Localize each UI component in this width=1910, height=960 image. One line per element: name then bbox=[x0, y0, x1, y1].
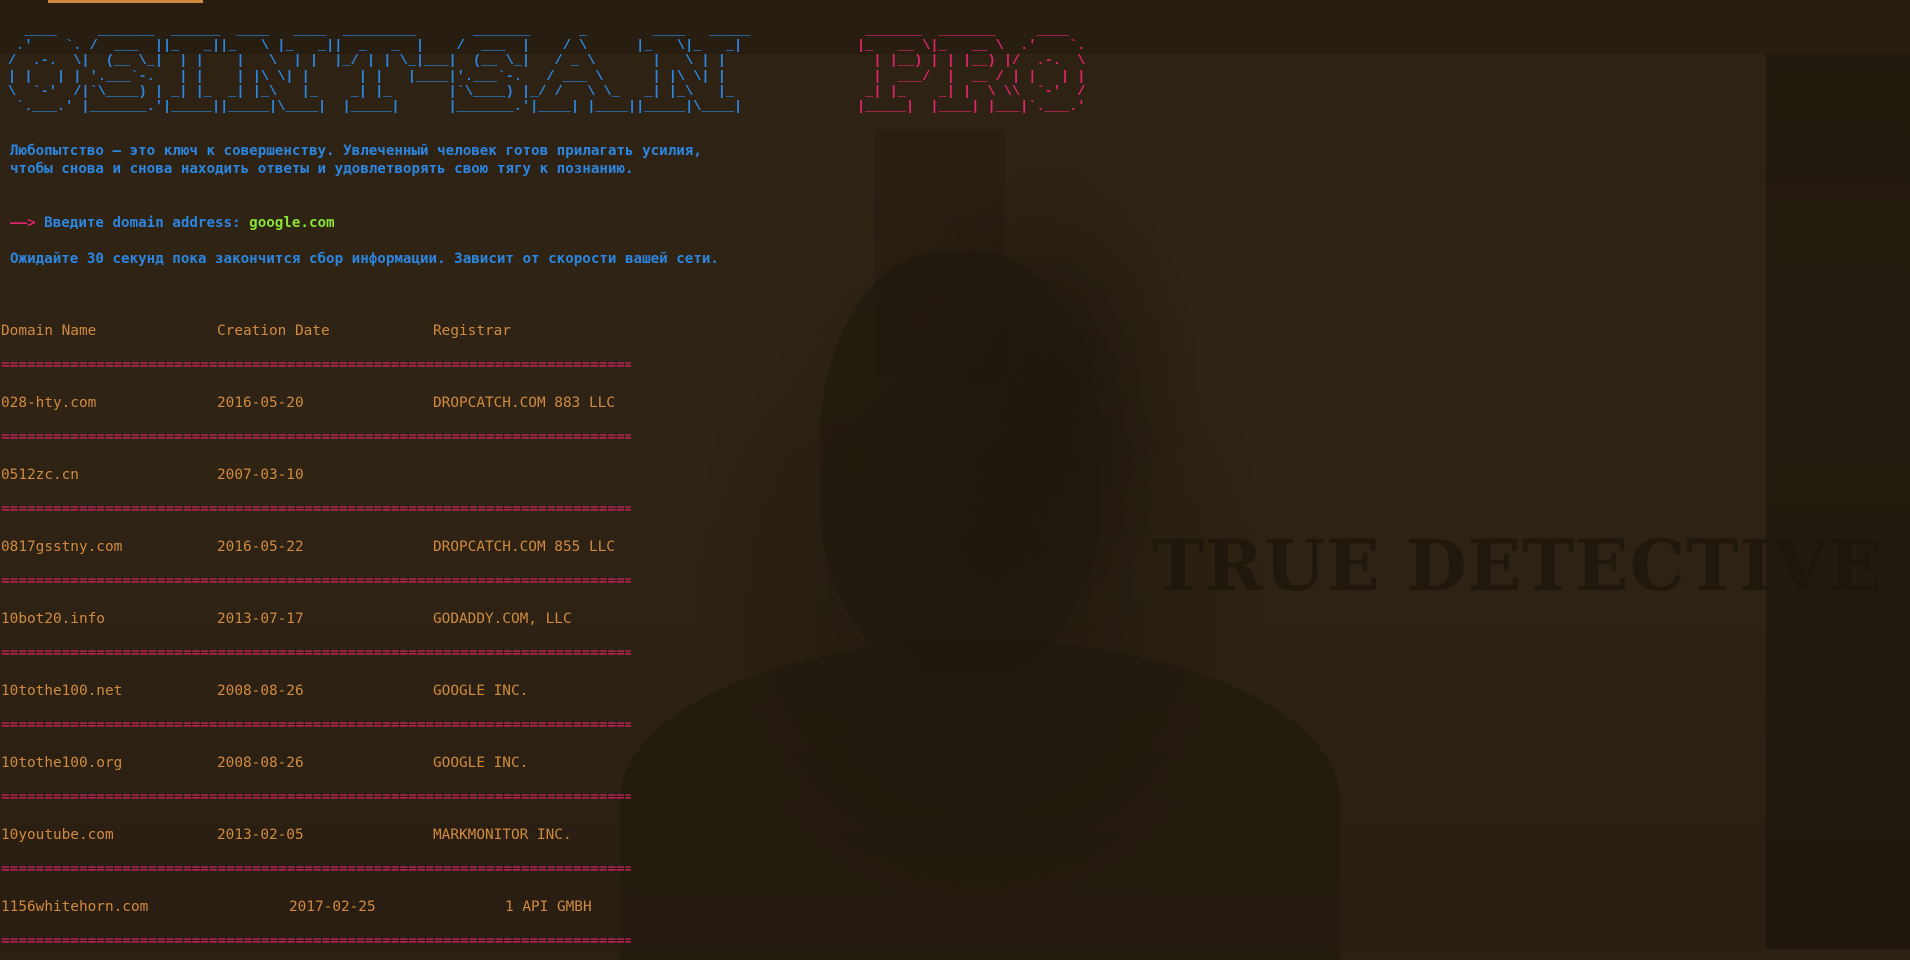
cell-creation-date: 2008-08-26 bbox=[217, 683, 304, 699]
header-domain-name: Domain Name bbox=[1, 323, 97, 339]
cell-domain-name: 1156whitehorn.com bbox=[1, 899, 149, 915]
cell-domain-name: 10bot20.info bbox=[1, 611, 105, 627]
header-creation-date: Creation Date bbox=[217, 323, 330, 339]
quote-line-2: чтобы снова и снова находить ответы и уд… bbox=[10, 161, 634, 177]
table-separator: ========================================… bbox=[1, 863, 631, 877]
cell-registrar: GOOGLE INC. bbox=[433, 683, 529, 699]
domain-input-value[interactable]: google.com bbox=[249, 215, 334, 231]
cell-registrar: 1 API GMBH bbox=[505, 899, 592, 915]
cell-creation-date: 2013-02-05 bbox=[217, 827, 304, 843]
table-separator: ========================================… bbox=[1, 647, 631, 661]
table-header: Domain Name Creation Date Registrar bbox=[1, 323, 511, 341]
ascii-banner: ____ _______ ______ ____ ____ _________ … bbox=[8, 24, 750, 115]
table-separator: ========================================… bbox=[1, 359, 631, 373]
cell-registrar: DROPCATCH.COM 855 LLC bbox=[433, 539, 615, 555]
header-registrar: Registrar bbox=[433, 323, 511, 339]
cell-registrar: GOOGLE INC. bbox=[433, 755, 529, 771]
cell-creation-date: 2007-03-10 bbox=[217, 467, 304, 483]
terminal-output: ____ _______ ______ ____ ____ _________ … bbox=[0, 0, 1910, 949]
cell-registrar: GODADDY.COM, LLC bbox=[433, 611, 572, 627]
table-separator: ========================================… bbox=[1, 791, 631, 805]
table-separator: ========================================… bbox=[1, 575, 631, 589]
cell-creation-date: 2016-05-22 bbox=[217, 539, 304, 555]
cell-registrar: DROPCATCH.COM 883 LLC bbox=[433, 395, 615, 411]
table-separator: ========================================… bbox=[1, 719, 631, 733]
cell-domain-name: 0817gsstny.com bbox=[1, 539, 123, 555]
quote-line-1: Любопытство — это ключ к совершенству. У… bbox=[10, 143, 702, 159]
cell-domain-name: 10tothe100.org bbox=[1, 755, 123, 771]
prompt-arrow: ——> bbox=[10, 215, 36, 231]
cell-domain-name: 0512zc.cn bbox=[1, 467, 79, 483]
wait-message: Ожидайте 30 секунд пока закончится сбор … bbox=[10, 251, 719, 267]
cell-creation-date: 2013-07-17 bbox=[217, 611, 304, 627]
table-separator: ========================================… bbox=[1, 503, 631, 517]
domain-prompt: ——> Введите domain address: google.com bbox=[10, 215, 335, 231]
cell-creation-date: 2017-02-25 bbox=[289, 899, 376, 915]
table-separator: ========================================… bbox=[1, 431, 631, 445]
prompt-label: Введите domain address: bbox=[35, 215, 250, 231]
cell-domain-name: 028-hty.com bbox=[1, 395, 97, 411]
cell-registrar: MARKMONITOR INC. bbox=[433, 827, 572, 843]
cell-domain-name: 10youtube.com bbox=[1, 827, 114, 843]
banner-pro: _______ _______ ____ |_ __ \|_ __ \ .' `… bbox=[857, 24, 1086, 116]
ascii-banner-pro: _______ _______ ____ |_ __ \|_ __ \ .' `… bbox=[857, 24, 1085, 115]
banner-osint-san: ____ _______ ______ ____ ____ _________ … bbox=[8, 24, 751, 116]
cell-creation-date: 2008-08-26 bbox=[217, 755, 304, 771]
cell-domain-name: 10tothe100.net bbox=[1, 683, 123, 699]
cell-creation-date: 2016-05-20 bbox=[217, 395, 304, 411]
